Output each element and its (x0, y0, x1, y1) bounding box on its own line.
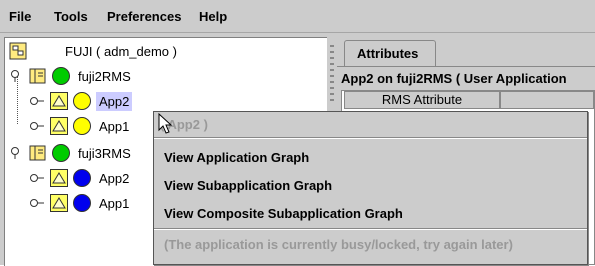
status-offline-icon (73, 117, 91, 135)
node-label: App1 (99, 196, 130, 211)
attributes-title: App2 on fuji2RMS ( User Application (341, 71, 567, 86)
splitter-grip (330, 81, 334, 83)
menu-item-view-composite-subapplication-graph[interactable]: View Composite Subapplication Graph (164, 206, 403, 221)
status-offline-icon (73, 92, 91, 110)
status-standby-icon (73, 169, 91, 187)
node-label: App2 (96, 92, 133, 111)
menu-item-view-application-graph[interactable]: View Application Graph (164, 150, 309, 165)
splitter-grip (330, 75, 334, 77)
splitter-grip (330, 63, 334, 65)
expanded-handle-icon[interactable] (10, 146, 24, 160)
tab-divider (337, 66, 595, 67)
status-online-icon (52, 67, 70, 85)
splitter-grip (330, 57, 334, 59)
node-icon (29, 68, 46, 84)
tree-root-row[interactable]: FUJI ( adm_demo ) (5, 40, 325, 62)
collapsed-handle-icon[interactable] (30, 172, 44, 186)
column-header-value[interactable] (500, 91, 594, 109)
splitter-grip (330, 45, 334, 47)
cluster-icon (9, 42, 27, 60)
menu-bar: File Tools Preferences Help (0, 0, 595, 33)
node-label: fuji2RMS (78, 69, 131, 84)
application-icon (50, 169, 68, 187)
menu-item-view-subapplication-graph[interactable]: View Subapplication Graph (164, 178, 332, 193)
splitter-grip (330, 87, 334, 89)
menu-preferences[interactable]: Preferences (107, 9, 181, 24)
status-online-icon (52, 144, 70, 162)
menu-separator (154, 229, 587, 230)
application-icon (50, 117, 68, 135)
menu-tools[interactable]: Tools (54, 9, 88, 24)
collapsed-handle-icon[interactable] (30, 95, 44, 109)
status-standby-icon (73, 194, 91, 212)
splitter-grip (330, 69, 334, 71)
splitter-grip (330, 51, 334, 53)
node-label: App1 (99, 119, 130, 134)
collapsed-handle-icon[interactable] (30, 120, 44, 134)
context-menu: ( App2 ) View Application Graph View Sub… (153, 111, 588, 265)
column-header-rms-attribute[interactable]: RMS Attribute (344, 91, 500, 109)
admin-window: File Tools Preferences Help FUJI ( adm_d… (0, 0, 595, 266)
tree-root-label: FUJI ( adm_demo ) (65, 44, 177, 59)
application-icon (50, 194, 68, 212)
node-label: App2 (99, 171, 130, 186)
collapsed-handle-icon[interactable] (30, 197, 44, 211)
mouse-cursor-icon (158, 113, 173, 134)
tab-attributes[interactable]: Attributes (344, 40, 436, 66)
node-label: fuji3RMS (78, 146, 131, 161)
node-icon (29, 145, 46, 161)
expanded-handle-icon[interactable] (10, 69, 24, 83)
application-icon (50, 92, 68, 110)
tree-node-app2[interactable]: App2 (5, 90, 325, 112)
splitter-grip (330, 93, 334, 95)
tree-node-fuji2rms[interactable]: fuji2RMS (5, 65, 325, 87)
menu-item-disabled-busy: (The application is currently busy/locke… (164, 237, 513, 252)
menu-file[interactable]: File (9, 9, 31, 24)
splitter-grip (330, 99, 334, 101)
menu-separator (154, 138, 587, 139)
menu-help[interactable]: Help (199, 9, 227, 24)
